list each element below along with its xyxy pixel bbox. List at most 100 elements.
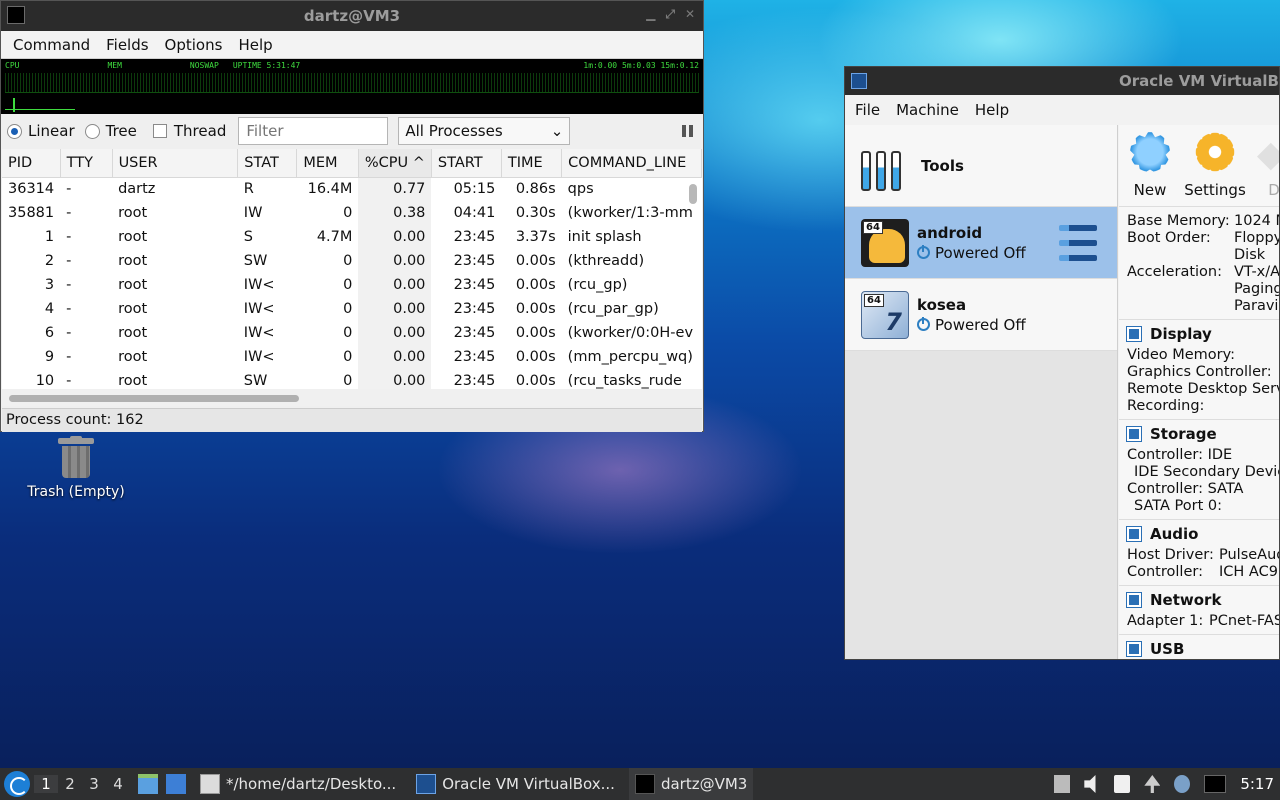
removable-disk-icon[interactable]: [1054, 775, 1071, 793]
new-button[interactable]: New: [1127, 129, 1173, 202]
table-row[interactable]: 4- root IW< 0 0.00 23:45 0.00s (rcu_par_gp): [2, 297, 702, 321]
workspace-3[interactable]: 3: [82, 775, 106, 793]
cell-tty: -: [66, 325, 72, 341]
cell-stat: IW<: [243, 301, 275, 317]
column-header-time[interactable]: TIME: [501, 149, 563, 178]
discard-button[interactable]: Dis: [1257, 129, 1279, 202]
pause-icon[interactable]: [682, 125, 693, 137]
cell-start: 23:45: [453, 277, 496, 293]
cell-stat: IW<: [243, 277, 275, 293]
cell-start: 05:15: [453, 181, 496, 198]
display-icon: [1126, 325, 1142, 342]
menu-fields[interactable]: Fields: [98, 36, 156, 54]
cell-pid: 1: [44, 229, 55, 245]
menu-machine[interactable]: Machine: [888, 101, 967, 119]
table-row[interactable]: 1- root S 4.7M 0.00 23:45 3.37s init splash: [2, 225, 702, 249]
table-row[interactable]: 36314- dartz R 16.4M 0.77 05:15 0.86s qps: [2, 177, 702, 201]
cell-stat: SW: [243, 373, 268, 389]
filter-input[interactable]: [238, 117, 389, 145]
mem-label: MEM: [107, 61, 122, 70]
new-vm-icon: [1127, 129, 1173, 175]
task-terminal[interactable]: dartz@VM3: [628, 768, 754, 800]
section-network[interactable]: Network: [1119, 585, 1279, 613]
table-row[interactable]: 9- root IW< 0 0.00 23:45 0.00s (mm_percpu_wq): [2, 345, 702, 369]
cell-tty: -: [66, 373, 72, 389]
cell-user: root: [118, 277, 148, 293]
column-header-stat[interactable]: STAT: [237, 149, 298, 178]
horizontal-scrollbar[interactable]: [9, 395, 299, 402]
section-audio[interactable]: Audio: [1119, 519, 1279, 547]
minimize-icon[interactable]: ▁: [646, 7, 655, 22]
table-row[interactable]: 2- root SW 0 0.00 23:45 0.00s (kthreadd): [2, 249, 702, 273]
settings-button[interactable]: Settings: [1184, 129, 1246, 202]
start-menu-icon[interactable]: [4, 771, 30, 797]
process-filter-select[interactable]: All Processes ⌄: [398, 117, 571, 145]
volume-icon[interactable]: [1084, 775, 1096, 793]
cell-mem: 0: [343, 205, 353, 221]
table-row[interactable]: 3- root IW< 0 0.00 23:45 0.00s (rcu_gp): [2, 273, 702, 297]
show-desktop-icon[interactable]: [166, 774, 186, 794]
virtualbox-titlebar[interactable]: Oracle VM VirtualBox: [845, 67, 1279, 95]
uptime-label: UPTIME 5:31:47: [232, 61, 301, 70]
virtualbox-window: Oracle VM VirtualBox File Machine Help T…: [844, 66, 1280, 660]
view-linear-radio[interactable]: Linear: [7, 122, 75, 140]
section-display[interactable]: Display: [1119, 319, 1279, 347]
workspace-4[interactable]: 4: [106, 775, 130, 793]
menu-help[interactable]: Help: [230, 36, 280, 54]
table-row[interactable]: 6- root IW< 0 0.00 23:45 0.00s (kworker/0:0H-ev: [2, 321, 702, 345]
network-icon: [1126, 591, 1142, 608]
menu-file[interactable]: File: [847, 101, 888, 119]
column-header-user[interactable]: USER: [112, 149, 239, 178]
vm-item-android[interactable]: 64 android Powered Off: [845, 207, 1117, 279]
cell-cmd: (mm_percpu_wq): [567, 349, 693, 365]
tools-item[interactable]: Tools: [845, 125, 1117, 207]
close-icon[interactable]: ✕: [685, 7, 695, 22]
update-icon[interactable]: [1174, 775, 1191, 793]
screen-icon[interactable]: [1204, 775, 1227, 793]
trash-label: Trash (Empty): [27, 484, 125, 500]
view-tree-radio[interactable]: Tree: [84, 122, 137, 140]
cell-cmd: (rcu_tasks_rude: [567, 373, 682, 389]
menu-options[interactable]: Options: [157, 36, 231, 54]
vm-name: android: [917, 223, 983, 242]
workspace-1[interactable]: 1: [34, 775, 58, 793]
menu-command[interactable]: Command: [5, 36, 98, 54]
column-header-cpu[interactable]: %CPU ^: [358, 149, 432, 178]
workspace-2[interactable]: 2: [58, 775, 82, 793]
column-header-mem[interactable]: MEM: [296, 149, 359, 178]
table-header: PID TTY USER STAT MEM %CPU ^ START TIME …: [2, 149, 702, 178]
task-virtualbox[interactable]: Oracle VM VirtualBox...: [410, 768, 621, 800]
table-row[interactable]: 10- root SW 0 0.00 23:45 0.00s (rcu_tasks_rude: [2, 369, 702, 389]
cell-time: 0.00s: [515, 349, 556, 365]
cell-user: root: [118, 349, 148, 365]
menu-help[interactable]: Help: [967, 101, 1017, 119]
vm-item-kosea[interactable]: 64 7 kosea Powered Off: [845, 279, 1117, 351]
system-tray: 5:17: [1054, 775, 1280, 793]
task-text-editor[interactable]: */home/dartz/Deskto...: [194, 768, 402, 800]
column-header-start[interactable]: START: [431, 149, 502, 178]
tools-icon: [861, 141, 907, 191]
column-header-pid[interactable]: PID: [2, 149, 61, 178]
power-off-icon: [917, 317, 930, 331]
section-usb[interactable]: USB: [1119, 634, 1279, 659]
network-icon[interactable]: [1144, 775, 1161, 793]
thread-checkbox[interactable]: Thread: [152, 122, 226, 140]
cell-pid: 9: [44, 349, 55, 365]
column-header-command[interactable]: COMMAND_LINE: [561, 149, 702, 178]
clipboard-icon[interactable]: [1114, 775, 1131, 793]
vertical-scrollbar[interactable]: [689, 184, 697, 204]
cell-start: 04:41: [453, 205, 496, 221]
table-row[interactable]: 35881- root IW 0 0.38 04:41 0.30s (kworker/1:3-…: [2, 201, 702, 225]
section-storage[interactable]: Storage: [1119, 419, 1279, 447]
cell-time: 0.00s: [515, 277, 556, 293]
vm-details-menu-icon[interactable]: [1059, 225, 1097, 261]
cell-cpu: 0.38: [358, 201, 432, 225]
qps-titlebar[interactable]: dartz@VM3 ▁ ⤢ ✕: [1, 1, 703, 31]
desktop-trash[interactable]: Trash (Empty): [22, 436, 130, 500]
cell-cpu: 0.77: [358, 177, 432, 201]
maximize-icon[interactable]: ⤢: [665, 7, 675, 22]
column-header-tty[interactable]: TTY: [60, 149, 113, 178]
file-manager-icon[interactable]: [138, 774, 158, 794]
clock[interactable]: 5:17: [1240, 775, 1274, 793]
cell-mem: 0: [343, 301, 353, 317]
